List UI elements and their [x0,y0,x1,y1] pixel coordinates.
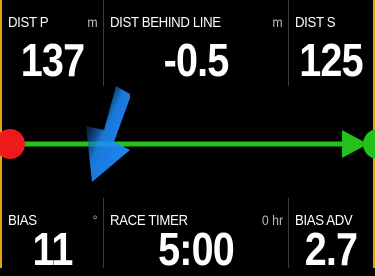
tile-dist-behind-line[interactable]: DIST BEHIND LINE m -0.5 [104,0,288,86]
tile-unit: m [87,14,98,30]
tile-race-timer[interactable]: RACE TIMER 0 hr 5:00 [104,198,288,275]
wind-direction-arrow-icon [86,86,130,182]
tile-dist-s[interactable]: DIST S 125 [289,0,373,86]
start-line-svg [0,86,375,182]
tile-bias-adv[interactable]: BIAS ADV 2.7 [289,198,373,275]
starboard-mark-icon [363,129,375,159]
tile-dist-p[interactable]: DIST P m 137 [2,0,103,86]
tile-label: DIST P [8,14,49,31]
port-mark-icon [0,129,25,159]
tile-label: DIST S [295,14,336,31]
tile-value: -0.5 [163,34,230,86]
tile-label: DIST BEHIND LINE [110,14,221,31]
tile-value: 125 [299,34,363,86]
tile-bias[interactable]: BIAS ° 11 [2,198,103,275]
tile-unit: m [272,14,283,30]
start-line-graphic [0,86,375,198]
tile-value: 137 [20,34,85,86]
